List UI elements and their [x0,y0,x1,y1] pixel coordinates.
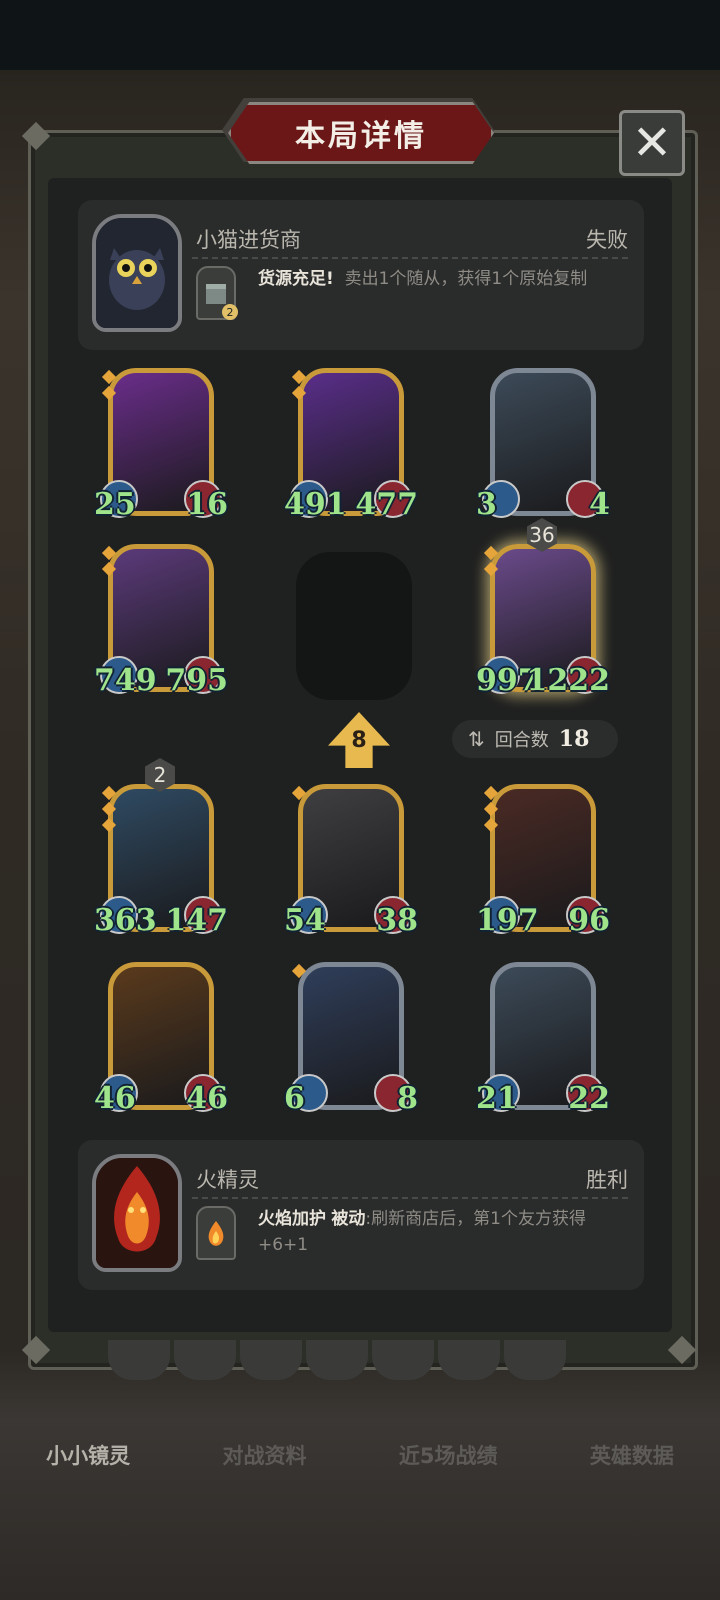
opponent-result: 失败 [586,228,628,252]
portrait-thumb[interactable] [108,1340,170,1380]
star-rank [101,784,117,836]
tavern-tier-value: 8 [351,728,367,753]
portrait-thumb[interactable] [240,1340,302,1380]
unit-card[interactable]: 21 22 [476,958,610,1118]
star-icon [101,545,117,561]
star-icon [483,545,499,561]
unit-health: 22 [568,1081,610,1116]
star-rank [291,784,307,804]
unit-health: 38 [376,903,418,938]
unit-card[interactable]: 2 363 147 [94,758,228,940]
unit-attack: 749 [94,663,157,698]
unit-attack: 6 [284,1081,305,1116]
unit-card[interactable]: 749 795 [94,540,228,700]
star-icon [483,817,499,833]
empty-unit-slot [296,552,412,700]
close-button[interactable]: ✕ [619,110,685,176]
star-icon [101,801,117,817]
star-rank [483,544,499,580]
unit-health: 1222 [526,663,611,698]
unit-card[interactable]: 68 [284,958,418,1118]
star-icon [483,801,499,817]
unit-health: 147 [165,903,228,938]
bottom-tabs: 小小镜灵 对战资料 近5场战绩 英雄数据 [0,1420,720,1490]
portrait-thumb[interactable] [504,1340,566,1380]
round-counter-value: 18 [558,726,590,752]
unit-attack: 54 [284,903,326,938]
unit-attack: 363 [94,903,157,938]
star-rank [101,368,117,404]
unit-attack: 21 [476,1081,518,1116]
divider [192,1197,628,1199]
opponent-skill-name: 货源充足! [258,269,334,289]
player-result: 胜利 [586,1168,628,1192]
crate-icon[interactable]: 2 [196,266,238,320]
tab-pet[interactable]: 小小镜灵 [46,1440,130,1470]
tab-hero-stats[interactable]: 英雄数据 [590,1440,674,1470]
unit-card[interactable]: 491 477 [284,364,418,524]
portrait-strip [108,1340,578,1380]
fire-spirit-icon [96,1158,178,1268]
star-rank [101,544,117,580]
unit-health: 46 [186,1081,228,1116]
opponent-card: 小猫进货商 失败 2 货源充足! 卖出1个随从，获得1个原始复制 [78,200,644,350]
unit-attack: 491 [284,487,347,522]
player-skill-name: 火焰加护 [258,1209,326,1229]
star-icon [291,963,307,979]
portrait-thumb[interactable] [372,1340,434,1380]
player-portrait [92,1154,182,1272]
unit-health: 4 [589,487,610,522]
unit-health: 16 [186,487,228,522]
unit-card[interactable]: 197 96 [476,780,610,940]
unit-attack: 3 [476,487,497,522]
opponent-portrait [92,214,182,332]
portrait-thumb[interactable] [438,1340,500,1380]
unit-attack: 46 [94,1081,136,1116]
divider [192,257,628,259]
unit-health: 96 [568,903,610,938]
skill-charge-badge: 2 [222,304,238,320]
unit-attack: 197 [476,903,539,938]
unit-card[interactable]: 54 38 [284,780,418,940]
unit-health: 477 [355,487,418,522]
star-rank [291,368,307,404]
star-icon [101,561,117,577]
unit-card[interactable]: 25 16 [94,364,228,524]
opponent-name: 小猫进货商 [196,228,301,252]
round-counter-label: 回合数 [494,730,549,751]
star-icon [101,817,117,833]
round-counter: ⇅ 回合数 18 [452,720,618,758]
star-icon [101,785,117,801]
player-skill-text: 火焰加护 被动:刷新商店后，第1个友方获得+6+1 [258,1206,628,1258]
top-band [0,0,720,70]
unit-card[interactable]: 34 [476,364,610,524]
tab-battle-info[interactable]: 对战资料 [223,1440,307,1470]
opponent-skill-desc: 卖出1个随从，获得1个原始复制 [344,269,588,289]
star-icon [483,785,499,801]
unit-health: 8 [397,1081,418,1116]
unit-card[interactable]: 46 46 [94,958,228,1118]
star-icon [101,385,117,401]
unit-card[interactable]: 36 997 1222 [476,518,610,700]
star-rank [483,784,499,836]
star-icon [291,385,307,401]
star-icon [291,369,307,385]
player-card: 火精灵 胜利 火焰加护 被动:刷新商店后，第1个友方获得+6+1 [78,1140,644,1290]
unit-health: 795 [165,663,228,698]
flame-icon[interactable] [196,1206,236,1260]
owl-icon [96,218,178,328]
tab-recent-matches[interactable]: 近5场战绩 [399,1440,498,1470]
portrait-thumb[interactable] [174,1340,236,1380]
swap-icon: ⇅ [468,727,485,751]
portrait-thumb[interactable] [306,1340,368,1380]
player-skill-type: 被动 [331,1209,366,1229]
unit-attack: 25 [94,487,136,522]
page-title: 本局详情 [228,102,494,164]
star-rank [291,962,307,982]
player-name: 火精灵 [196,1168,259,1192]
star-icon [483,561,499,577]
star-icon [291,785,307,801]
star-icon [101,369,117,385]
opponent-skill-text: 货源充足! 卖出1个随从，获得1个原始复制 [258,266,628,292]
